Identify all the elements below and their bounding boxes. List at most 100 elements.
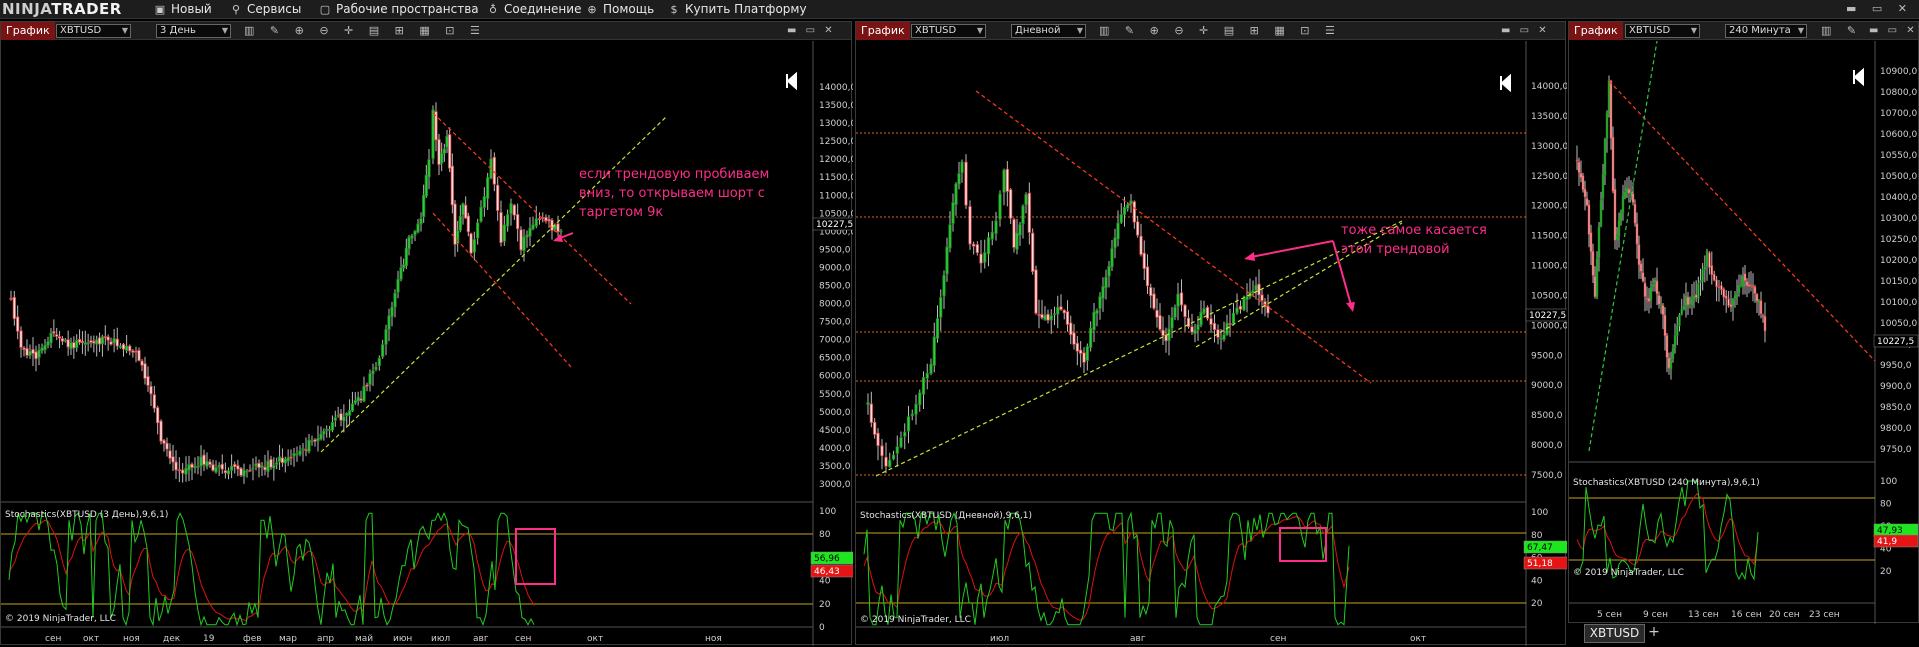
- candle: [876, 432, 880, 447]
- candle: [295, 453, 299, 456]
- price-tick-label: 8000,0: [819, 300, 851, 310]
- candle: [1595, 258, 1599, 298]
- annotation-text: тоже самое касается: [1341, 223, 1487, 238]
- candle: [272, 464, 276, 469]
- candle: [895, 446, 899, 454]
- workspace-tab-xbtusd[interactable]: XBTUSD: [1584, 624, 1645, 643]
- menu-new[interactable]: ▣ Новый: [153, 2, 212, 17]
- instrument-select[interactable]: XBTUSD ▼: [56, 24, 131, 38]
- candle: [525, 234, 529, 238]
- candle: [516, 214, 520, 230]
- candle: [236, 465, 240, 470]
- candle: [1089, 327, 1093, 348]
- candle: [1152, 293, 1156, 309]
- chart-tools-icons[interactable]: ▥ ✎ ⊕ ⊖ ✛ ▤ ⊞ ▦ ⊡ ☰: [244, 24, 486, 37]
- candle: [1142, 252, 1146, 269]
- candle: [866, 402, 870, 405]
- candle: [1727, 298, 1730, 307]
- stochastic-d-line: [8, 519, 535, 622]
- tools-icon: ⚲: [231, 3, 241, 16]
- chart-tab-label[interactable]: График: [1, 22, 55, 40]
- candle: [46, 341, 50, 346]
- candle: [407, 236, 411, 250]
- menu-services[interactable]: ⚲ Сервисы: [229, 2, 301, 17]
- interval-select[interactable]: Дневной ▼: [1011, 24, 1086, 38]
- candle: [359, 398, 363, 401]
- candle: [92, 340, 96, 344]
- candle: [233, 464, 237, 468]
- candle: [506, 214, 510, 227]
- interval-select[interactable]: 240 Минута ▼: [1725, 24, 1807, 38]
- price-tick-label: 12000,0: [1531, 202, 1567, 212]
- candle: [1680, 308, 1683, 315]
- candle: [1119, 214, 1123, 223]
- candle: [121, 343, 126, 350]
- candle: [1686, 296, 1690, 306]
- candle: [1669, 359, 1673, 370]
- price-tick-label: 10700,0: [1880, 109, 1917, 119]
- candle: [34, 351, 38, 360]
- candle: [362, 385, 366, 402]
- candle: [251, 467, 255, 470]
- candle: [951, 202, 955, 224]
- candle: [368, 373, 372, 385]
- candle: [442, 148, 446, 154]
- chart-canvas-right[interactable]: 10900,0 10800,0 10700,0 10600,0 10550,0 10500…: [1569, 41, 1919, 624]
- trendline-red: [975, 90, 1372, 384]
- panel-window-controls[interactable]: ▬ ▭ ✕: [1869, 25, 1918, 36]
- chart-tab-label[interactable]: График: [856, 22, 910, 40]
- candle: [1024, 194, 1028, 206]
- menu-workspaces[interactable]: ▢ Рабочие пространства: [318, 2, 479, 17]
- candle: [404, 247, 408, 267]
- candle: [1196, 324, 1200, 331]
- price-tick-label: 10300,0: [1880, 214, 1917, 224]
- candle: [1708, 252, 1711, 268]
- price-tick-label: 10900,0: [1880, 67, 1917, 77]
- interval-select[interactable]: 3 День ▼: [156, 24, 231, 38]
- candle: [217, 464, 221, 468]
- candle: [1216, 329, 1220, 338]
- candle: [1107, 265, 1111, 277]
- price-tick-label: 4000,0: [819, 444, 851, 454]
- candle: [1059, 306, 1063, 310]
- window-controls[interactable]: ▬ ▭ ✕: [1846, 2, 1913, 15]
- candle: [77, 338, 82, 343]
- chart-canvas-left[interactable]: 14000,0 13500,0 13000,0 12500,0 12000,0 11500…: [1, 41, 853, 646]
- chevron-down-icon: ▼: [1797, 26, 1804, 35]
- candle: [280, 457, 285, 463]
- time-tick-label: май: [355, 634, 373, 644]
- candle: [1617, 219, 1621, 238]
- collapse-panel-icon: [1853, 67, 1864, 87]
- price-tick-label: 6000,0: [819, 372, 851, 382]
- candle: [464, 204, 468, 219]
- candle: [1205, 306, 1210, 319]
- price-tick-label: 4500,0: [819, 426, 851, 436]
- price-tick-label: 13000,0: [1531, 142, 1567, 152]
- candle: [918, 392, 922, 406]
- panel-window-controls[interactable]: ▬ ▭ ✕: [1501, 25, 1550, 36]
- candle: [100, 336, 105, 345]
- annotation-text: этой трендовой: [1341, 242, 1450, 257]
- candle: [1238, 305, 1243, 310]
- price-tick-label: 10000,0: [1531, 321, 1567, 331]
- chart-tools-icons[interactable]: ▥ ✎: [1821, 24, 1862, 37]
- chart-tools-icons[interactable]: ▥ ✎ ⊕ ⊖ ✛ ▤ ⊞ ▦ ⊡ ☰: [1099, 24, 1341, 37]
- candle: [1075, 342, 1079, 352]
- add-tab-button[interactable]: +: [1646, 624, 1662, 643]
- candle: [177, 469, 181, 472]
- panel-window-controls[interactable]: ▬ ▭ ✕: [787, 25, 836, 36]
- menu-connection[interactable]: ♁ Соединение: [486, 2, 582, 17]
- menu-help[interactable]: ⊕ Помощь: [585, 2, 654, 17]
- chart-canvas-middle[interactable]: 14000,0 13500,0 13000,0 12500,0 12000,0 11500…: [856, 41, 1567, 646]
- candle: [146, 376, 150, 386]
- instrument-select[interactable]: XBTUSD ▼: [1625, 24, 1700, 38]
- menu-buy-platform[interactable]: $ Купить Платформу: [667, 2, 807, 17]
- instrument-select[interactable]: XBTUSD ▼: [911, 24, 986, 38]
- chart-tab-label[interactable]: График: [1569, 22, 1623, 40]
- candle: [1657, 295, 1661, 305]
- candle: [230, 465, 234, 471]
- candle: [283, 458, 287, 464]
- copyright-text: © 2019 NinjaTrader, LLC: [1573, 568, 1684, 578]
- candle: [1179, 292, 1184, 306]
- annotation-text: если трендовую пробиваем: [579, 167, 769, 182]
